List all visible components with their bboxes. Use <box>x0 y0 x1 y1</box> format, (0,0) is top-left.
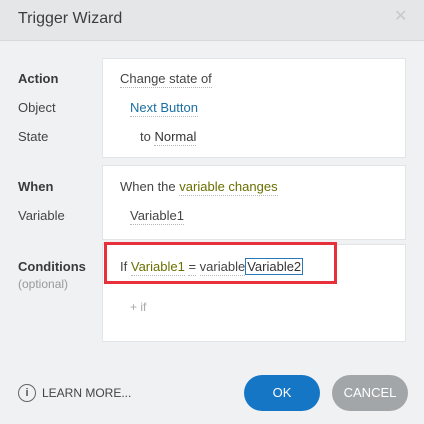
condition-if: If <box>120 259 128 274</box>
action-select[interactable]: Change state of <box>120 71 212 88</box>
when-label: When <box>18 179 54 194</box>
variable-label: Variable <box>18 208 65 223</box>
optional-label: (optional) <box>18 277 69 291</box>
ok-button[interactable]: OK <box>244 375 320 411</box>
action-panel: Change state of Next Button to Normal <box>102 58 406 158</box>
object-select[interactable]: Next Button <box>130 100 198 117</box>
condition-row[interactable]: If Variable1 = variable Variable2 <box>120 258 304 276</box>
state-select[interactable]: to Normal <box>140 129 197 146</box>
object-label: Object <box>18 100 56 115</box>
condition-type[interactable]: variable <box>199 259 246 276</box>
cancel-button[interactable]: CANCEL <box>332 375 408 411</box>
conditions-panel: If Variable1 = variable Variable2 + if <box>102 244 406 342</box>
dialog-footer: i LEARN MORE... OK CANCEL <box>0 356 424 424</box>
dialog-title: Trigger Wizard <box>18 10 123 27</box>
when-select[interactable]: When the variable changes <box>120 179 278 196</box>
condition-variable1[interactable]: Variable1 <box>130 259 185 276</box>
learn-more-label: LEARN MORE... <box>42 386 132 400</box>
title-bar: Trigger Wizard ✕ <box>0 0 424 41</box>
condition-variable2[interactable]: Variable2 <box>245 258 304 275</box>
conditions-label: Conditions <box>18 259 86 274</box>
close-icon[interactable]: ✕ <box>394 9 408 25</box>
state-label: State <box>18 129 49 144</box>
info-icon: i <box>18 384 36 402</box>
condition-operator[interactable]: = <box>188 259 197 276</box>
variable-select[interactable]: Variable1 <box>130 208 184 225</box>
learn-more-link[interactable]: i LEARN MORE... <box>18 384 131 402</box>
add-if-link[interactable]: + if <box>130 300 146 314</box>
action-label: Action <box>18 71 59 86</box>
when-panel: When the variable changes Variable1 <box>102 165 406 240</box>
